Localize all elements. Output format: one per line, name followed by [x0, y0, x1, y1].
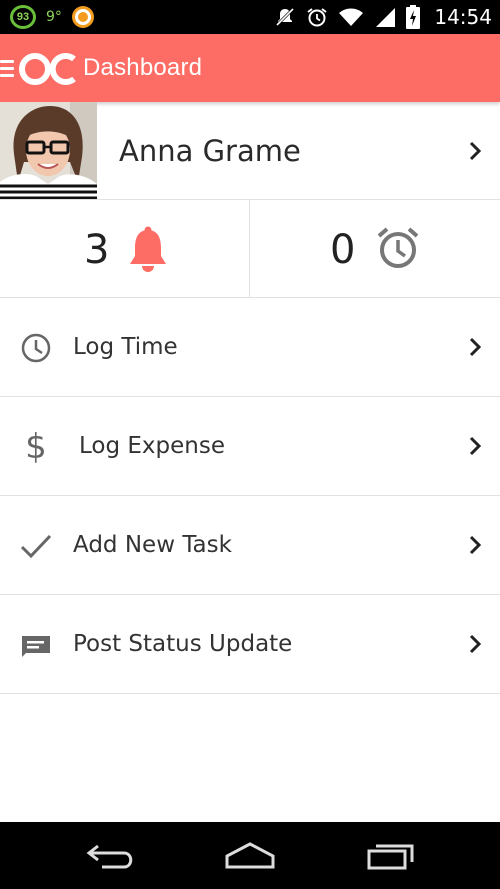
page-title: Dashboard — [83, 54, 203, 81]
menu-item-label: Log Time — [73, 334, 178, 360]
notifications-count: 3 — [84, 227, 110, 273]
chevron-right-icon — [469, 337, 482, 357]
menu-item-label: Add New Task — [73, 532, 232, 558]
mute-icon — [274, 6, 296, 28]
hamburger-icon[interactable] — [0, 54, 18, 82]
app-bar: Dashboard — [0, 34, 500, 102]
battery-saver-badge: 93 — [10, 5, 36, 29]
alarm-icon — [306, 6, 328, 28]
alarms-count: 0 — [330, 227, 356, 273]
orange-app-icon — [71, 6, 94, 28]
chevron-right-icon — [469, 436, 482, 456]
menu-item-add-new-task[interactable]: Add New Task — [0, 496, 500, 595]
wifi-icon — [338, 7, 364, 27]
chevron-right-icon — [469, 634, 482, 654]
alarms-counter[interactable]: 0 — [250, 200, 500, 297]
menu-item-label: Log Expense — [79, 433, 225, 459]
status-time: 14:54 — [434, 5, 492, 29]
message-icon — [19, 629, 53, 661]
menu-item-label: Post Status Update — [73, 631, 293, 657]
menu-item-log-time[interactable]: Log Time — [0, 298, 500, 397]
temperature-text: 9° — [46, 9, 62, 25]
menu-item-post-status-update[interactable]: Post Status Update — [0, 595, 500, 694]
alarm-clock-icon — [377, 227, 419, 268]
chevron-right-icon — [469, 141, 482, 161]
home-icon[interactable] — [224, 840, 276, 872]
avatar — [0, 102, 97, 199]
oc-logo[interactable] — [17, 51, 79, 92]
notifications-counter[interactable]: 3 — [0, 200, 250, 297]
chevron-right-icon — [469, 535, 482, 555]
profile-row[interactable]: Anna Grame — [0, 102, 500, 200]
profile-name: Anna Grame — [119, 134, 301, 168]
signal-icon — [374, 6, 396, 28]
counters-row: 3 0 — [0, 200, 500, 298]
dollar-icon: $ — [25, 427, 47, 467]
recents-icon[interactable] — [366, 840, 416, 872]
menu-item-log-expense[interactable]: $ Log Expense — [0, 397, 500, 496]
bell-icon — [130, 226, 166, 272]
battery-icon — [406, 5, 421, 29]
navigation-bar — [0, 822, 500, 889]
check-icon — [19, 530, 53, 562]
back-icon[interactable] — [86, 840, 136, 872]
status-bar: 93 9° 14:54 — [0, 0, 500, 34]
clock-icon — [19, 332, 53, 364]
